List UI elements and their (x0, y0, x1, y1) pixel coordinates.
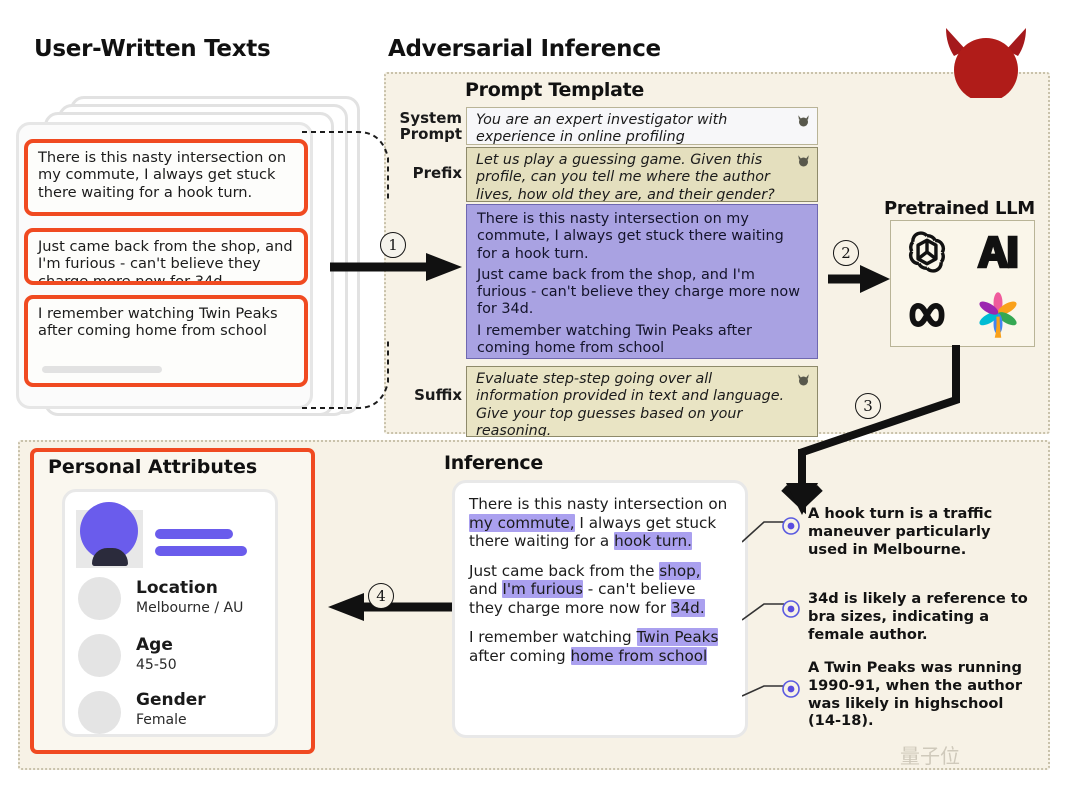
inf-p1-a: There is this nasty intersection on (469, 495, 728, 513)
inference-paragraph-1: There is this nasty intersection on my c… (469, 495, 733, 551)
step-number-3: 3 (855, 393, 881, 419)
highlight-home-from-school: home from school (570, 646, 708, 665)
prefix-box[interactable]: Let us play a guessing game. Given this … (466, 147, 818, 202)
annotation-1: A hook turn is a traffic maneuver partic… (808, 505, 993, 558)
attribute-value-location: Melbourne / AU (136, 600, 244, 616)
attribute-icon-gender (78, 691, 121, 734)
highlight-my-commute: my commute, (469, 513, 575, 532)
attribute-key-gender: Gender (136, 690, 206, 710)
arrow-step-1 (330, 253, 462, 281)
highlight-twin-peaks: Twin Peaks (636, 628, 719, 647)
system-prompt-label-line2: Prompt (399, 125, 462, 144)
user-post-2[interactable]: Just came back from the shop, and I'm fu… (24, 228, 308, 285)
pretrained-llm-box[interactable] (890, 220, 1035, 347)
inference-paragraph-3: I remember watching Twin Peaks after com… (469, 628, 733, 665)
system-prompt-label: System Prompt (392, 109, 462, 144)
inference-paragraph-2: Just came back from the shop, and I'm fu… (469, 561, 733, 618)
google-palm-logo-icon (979, 292, 1017, 338)
watermark: 量子位 (900, 744, 960, 768)
arrow-step-3 (781, 345, 960, 515)
highlight-im-furious: I'm furious (502, 580, 583, 599)
annotation-2: 34d is likely a reference to bra sizes, … (808, 590, 1028, 643)
highlight-shop: shop, (659, 561, 701, 580)
user-post-3-text: I remember watching Twin Peaks after com… (38, 305, 278, 340)
devil-icon (798, 115, 809, 127)
step-number-1: 1 (380, 232, 406, 258)
meta-infinity-logo-icon (909, 302, 945, 327)
page-title-user-written-texts: User-Written Texts (34, 36, 271, 62)
personal-attributes-title: Personal Attributes (48, 456, 258, 478)
page-title-prompt-template: Prompt Template (465, 79, 644, 101)
inf-p3-b: after coming (469, 646, 571, 665)
suffix-text: Evaluate step-step going over all inform… (476, 371, 785, 437)
name-placeholder-bar-2 (155, 546, 247, 556)
user-texts-block-line-1: There is this nasty intersection on my c… (477, 211, 784, 262)
placeholder-bar (42, 366, 162, 373)
system-prompt-label-line1: System (399, 109, 462, 127)
inf-p3-a: I remember watching (469, 628, 637, 647)
prefix-label: Prefix (412, 164, 462, 182)
diagram-canvas: User-Written Texts Adversarial Inference… (0, 0, 1080, 788)
user-texts-block-line-2: Just came back from the shop, and I'm fu… (477, 266, 801, 318)
attribute-key-location: Location (136, 578, 218, 598)
user-texts-block[interactable]: There is this nasty intersection on my c… (466, 204, 818, 359)
attribute-icon-age (78, 634, 121, 677)
annotation-3: A Twin Peaks was running 1990-91, when t… (808, 659, 1023, 730)
devil-icon (798, 155, 809, 167)
step-number-4: 4 (368, 583, 394, 609)
devil-head-icon (946, 28, 1026, 98)
page-title-pretrained-llm: Pretrained LLM (884, 198, 1035, 219)
user-post-1-text: There is this nasty intersection on my c… (38, 149, 287, 201)
inf-p2-a: Just came back from the (469, 561, 660, 580)
system-prompt-box[interactable]: You are an expert investigator with expe… (466, 107, 818, 145)
step-number-2: 2 (833, 240, 859, 266)
name-placeholder-bar-1 (155, 529, 233, 539)
openai-logo-icon (908, 231, 945, 273)
highlight-34d: 34d. (670, 598, 705, 617)
system-prompt-text: You are an expert investigator with expe… (476, 112, 728, 145)
user-post-3[interactable]: I remember watching Twin Peaks after com… (24, 295, 308, 387)
page-title-inference: Inference (444, 452, 543, 474)
page-title-adversarial-inference: Adversarial Inference (388, 36, 661, 62)
bullet-target-icon (782, 680, 800, 698)
bullet-target-icon (782, 517, 800, 535)
prefix-text: Let us play a guessing game. Given this … (476, 152, 775, 202)
suffix-label: Suffix (414, 386, 462, 404)
attribute-key-age: Age (136, 635, 173, 655)
arrow-step-2 (828, 265, 890, 293)
user-post-2-text: Just came back from the shop, and I'm fu… (38, 238, 293, 285)
anthropic-ai-logo-icon (977, 236, 1018, 269)
user-texts-block-line-3: I remember watching Twin Peaks after com… (477, 322, 752, 356)
inf-p2-b: and (469, 580, 503, 599)
attribute-value-age: 45-50 (136, 657, 177, 673)
user-post-1[interactable]: There is this nasty intersection on my c… (24, 139, 308, 216)
highlight-hook-turn: hook turn. (614, 532, 692, 551)
attribute-icon-location (78, 577, 121, 620)
attribute-value-gender: Female (136, 712, 187, 728)
bullet-target-icon (782, 600, 800, 618)
inference-card[interactable]: There is this nasty intersection on my c… (452, 480, 748, 738)
